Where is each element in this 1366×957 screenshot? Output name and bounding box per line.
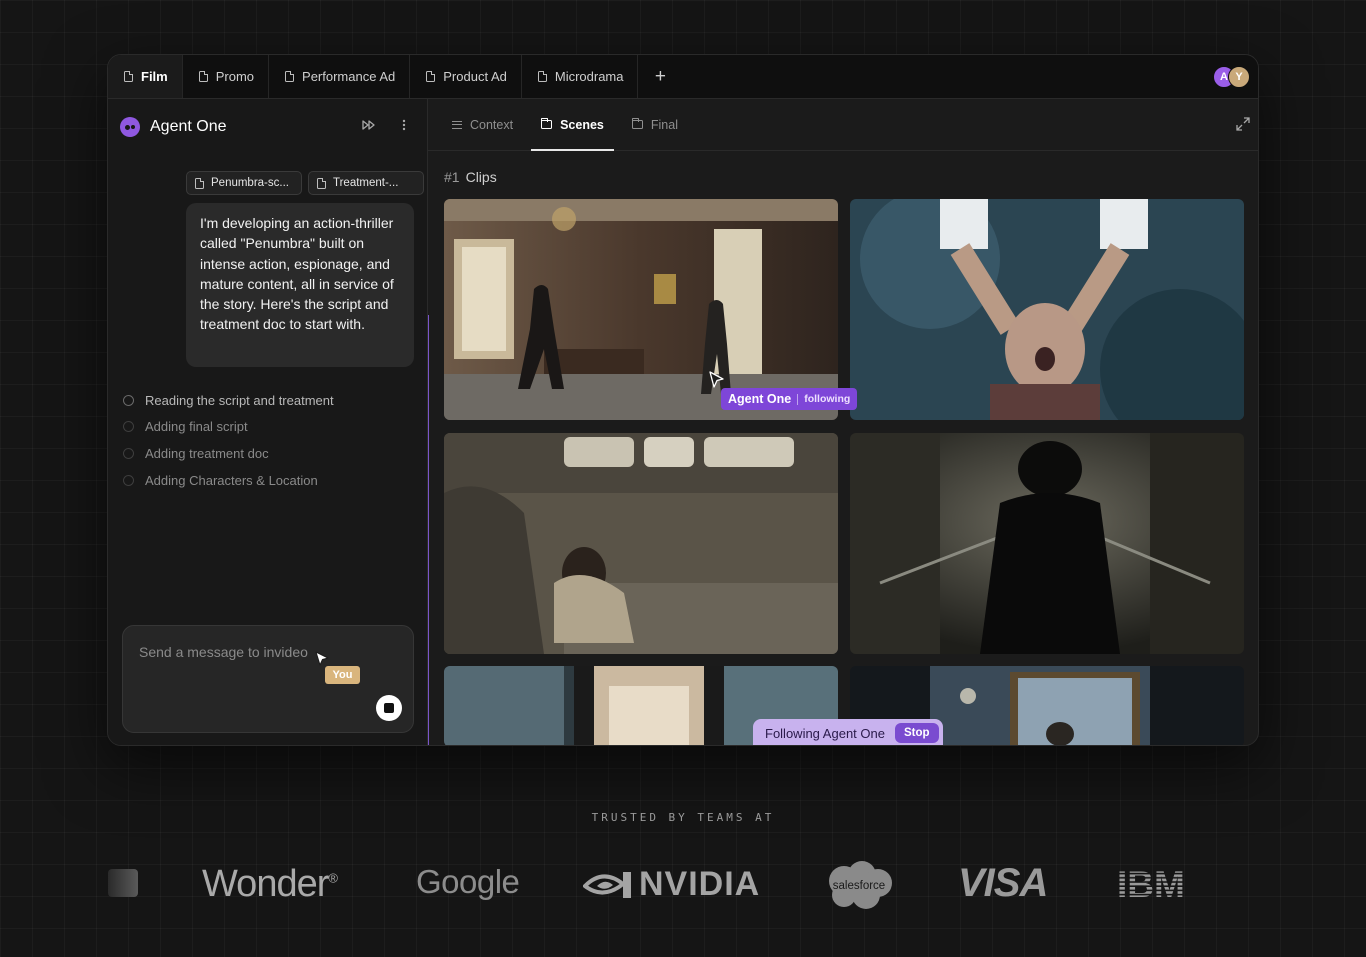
agent-tag-name: Agent One — [728, 392, 792, 406]
clip-thumbnail[interactable] — [444, 199, 838, 420]
section-label: Clips — [465, 169, 497, 185]
fast-forward-icon[interactable] — [362, 119, 376, 134]
list-icon — [452, 120, 462, 129]
nvidia-logo: NVIDIA — [583, 865, 760, 904]
add-tab-button[interactable]: + — [638, 55, 682, 98]
circle-icon — [123, 447, 134, 459]
clip-thumbnail[interactable] — [850, 433, 1244, 654]
salesforce-logo: salesforce — [822, 859, 896, 916]
folder-icon — [541, 118, 553, 129]
customer-logos: Wonder® Google NVIDIA salesforce VISA IB… — [0, 855, 1366, 915]
clip-thumbnail[interactable] — [444, 433, 838, 654]
collaborator-avatars: A Y — [1213, 66, 1250, 88]
step-item: Adding final script — [123, 414, 334, 441]
following-banner: Following Agent One Stop — [753, 719, 943, 745]
agent-cursor-icon — [709, 371, 725, 394]
step-label: Adding Characters & Location — [145, 472, 318, 488]
section-number: #1 — [444, 169, 460, 185]
circle-icon — [123, 394, 134, 406]
tab-label: Context — [470, 117, 514, 132]
wonder-logo: Wonder® — [202, 863, 338, 905]
tab-microdrama[interactable]: Microdrama — [522, 55, 639, 98]
step-label: Adding final script — [145, 419, 248, 435]
agent-tag-status: following — [804, 393, 851, 405]
ibm-logo: IBM — [1117, 864, 1195, 905]
attachments: Penumbra-sc... Treatment-... — [186, 171, 424, 195]
tab-label: Final — [650, 117, 678, 132]
stop-icon — [384, 703, 394, 713]
step-item: Adding Characters & Location — [123, 467, 334, 494]
svg-text:salesforce: salesforce — [833, 880, 885, 892]
workspace-panel: Context Scenes Final #1 Clips Agent One … — [428, 99, 1258, 745]
tab-label: Scenes — [560, 117, 604, 132]
agent-header: Agent One — [120, 117, 227, 137]
message-composer[interactable]: Send a message to invideo — [122, 625, 414, 733]
stop-following-button[interactable]: Stop — [894, 723, 939, 743]
agent-logo-icon — [120, 117, 140, 137]
progress-steps: Reading the script and treatment Adding … — [123, 387, 334, 493]
document-icon — [285, 71, 295, 82]
svg-text:IBM: IBM — [1117, 866, 1185, 900]
document-icon — [198, 71, 208, 82]
app-window: Film Promo Performance Ad Product Ad Mic… — [107, 54, 1259, 746]
plus-icon: + — [654, 65, 667, 87]
document-icon — [195, 177, 204, 189]
tab-promo[interactable]: Promo — [183, 55, 270, 98]
google-logo: Google — [416, 863, 520, 900]
agent-name: Agent One — [150, 118, 227, 135]
divider — [797, 393, 799, 405]
attachment-name: Treatment-... — [333, 177, 399, 189]
document-tabbar: Film Promo Performance Ad Product Ad Mic… — [108, 55, 1258, 99]
tab-label: Product Ad — [443, 69, 507, 84]
tab-label: Film — [141, 69, 168, 84]
step-label: Adding treatment doc — [145, 445, 269, 461]
attachment-chip[interactable]: Treatment-... — [308, 171, 424, 195]
tab-performance-ad[interactable]: Performance Ad — [269, 55, 411, 98]
agent-panel: Agent One Penumbra-sc... Treatment-... I… — [108, 99, 428, 745]
agent-cursor-tag: Agent One following — [721, 388, 858, 410]
attachment-name: Penumbra-sc... — [211, 177, 289, 189]
document-icon — [426, 71, 436, 82]
avatar[interactable]: Y — [1228, 66, 1250, 88]
tab-label: Performance Ad — [302, 69, 396, 84]
tab-scenes[interactable]: Scenes — [531, 99, 614, 151]
document-icon — [537, 71, 547, 82]
expand-icon[interactable] — [1234, 115, 1252, 133]
document-icon — [317, 177, 326, 189]
tab-context[interactable]: Context — [442, 99, 523, 150]
step-item: Adding treatment doc — [123, 440, 334, 467]
user-cursor-tag: You — [325, 666, 360, 684]
tab-product-ad[interactable]: Product Ad — [410, 55, 522, 98]
user-message: I'm developing an action-thriller called… — [186, 203, 414, 367]
circle-icon — [123, 474, 134, 486]
tab-label: Promo — [215, 69, 255, 84]
stop-generation-button[interactable] — [376, 695, 402, 721]
step-label: Reading the script and treatment — [145, 392, 334, 408]
partial-logo — [108, 869, 138, 897]
trusted-heading: TRUSTED BY TEAMS AT — [591, 811, 775, 824]
tab-film[interactable]: Film — [108, 55, 183, 98]
clip-thumbnail[interactable] — [850, 199, 1244, 420]
workspace-tabs: Context Scenes Final — [428, 99, 1258, 151]
circle-icon — [123, 421, 134, 433]
following-text: Following Agent One — [765, 725, 885, 741]
step-item: Reading the script and treatment — [123, 387, 334, 414]
visa-logo: VISA — [958, 861, 1048, 905]
more-options-icon[interactable] — [402, 119, 406, 134]
attachment-chip[interactable]: Penumbra-sc... — [186, 171, 302, 195]
tab-final[interactable]: Final — [622, 99, 688, 150]
folder-icon — [631, 118, 643, 129]
tab-label: Microdrama — [554, 69, 624, 84]
document-icon — [124, 71, 133, 82]
message-input[interactable]: Send a message to invideo — [139, 644, 308, 660]
section-title: #1 Clips — [444, 169, 497, 185]
